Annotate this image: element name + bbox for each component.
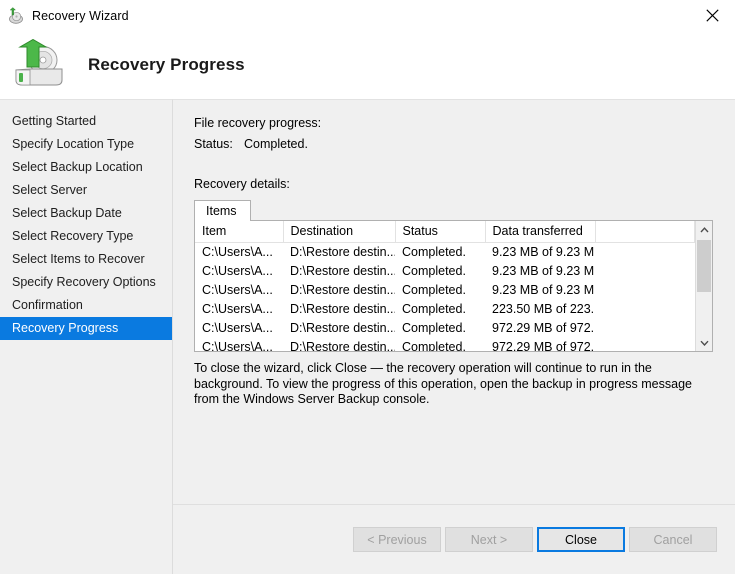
- cell-filler: [595, 243, 695, 262]
- status-label: Status:: [194, 137, 244, 151]
- cell-filler: [595, 319, 695, 338]
- sidebar-item-select-recovery-type[interactable]: Select Recovery Type: [0, 225, 172, 248]
- content-inner: File recovery progress: Status: Complete…: [173, 100, 735, 504]
- cell-data-transferred: 9.23 MB of 9.23 MB: [485, 262, 595, 281]
- cell-filler: [595, 338, 695, 352]
- file-recovery-progress-label: File recovery progress:: [194, 116, 713, 130]
- table-vertical-scrollbar[interactable]: [695, 221, 712, 351]
- sidebar-item-select-items-to-recover[interactable]: Select Items to Recover: [0, 248, 172, 271]
- column-header-data-transferred[interactable]: Data transferred: [485, 221, 595, 243]
- title-bar: Recovery Wizard: [0, 0, 735, 31]
- page-title: Recovery Progress: [88, 55, 245, 75]
- sidebar-item-specify-recovery-options[interactable]: Specify Recovery Options: [0, 271, 172, 294]
- table-row[interactable]: C:\Users\A... D:\Restore destin... Compl…: [195, 319, 695, 338]
- table-row[interactable]: C:\Users\A... D:\Restore destin... Compl…: [195, 300, 695, 319]
- window-title: Recovery Wizard: [32, 9, 129, 23]
- sidebar-item-select-backup-location[interactable]: Select Backup Location: [0, 156, 172, 179]
- cell-filler: [595, 262, 695, 281]
- tab-strip: Items: [194, 200, 713, 221]
- cell-status: Completed.: [395, 338, 485, 352]
- sidebar-item-select-backup-date[interactable]: Select Backup Date: [0, 202, 172, 225]
- cell-filler: [595, 300, 695, 319]
- cell-data-transferred: 9.23 MB of 9.23 MB: [485, 281, 595, 300]
- table-row[interactable]: C:\Users\A... D:\Restore destin... Compl…: [195, 243, 695, 262]
- wizard-steps-sidebar: Getting Started Specify Location Type Se…: [0, 99, 173, 574]
- cell-status: Completed.: [395, 319, 485, 338]
- tab-filler: [251, 200, 713, 221]
- chevron-up-icon[interactable]: [696, 221, 712, 238]
- table-body: C:\Users\A... D:\Restore destin... Compl…: [195, 243, 695, 352]
- table-row[interactable]: C:\Users\A... D:\Restore destin... Compl…: [195, 338, 695, 352]
- close-button[interactable]: Close: [537, 527, 625, 552]
- status-row: Status: Completed.: [194, 137, 713, 151]
- recovery-items-table: Item Destination Status Data transferred…: [195, 221, 695, 351]
- table-row[interactable]: C:\Users\A... D:\Restore destin... Compl…: [195, 262, 695, 281]
- cell-item: C:\Users\A...: [195, 243, 283, 262]
- column-header-filler: [595, 221, 695, 243]
- tab-items[interactable]: Items: [194, 200, 251, 221]
- cell-item: C:\Users\A...: [195, 262, 283, 281]
- close-wizard-note: To close the wizard, click Close — the r…: [194, 361, 704, 408]
- wizard-body: Getting Started Specify Location Type Se…: [0, 99, 735, 574]
- cell-item: C:\Users\A...: [195, 281, 283, 300]
- table-header-row: Item Destination Status Data transferred: [195, 221, 695, 243]
- disk-restore-icon: [12, 39, 70, 91]
- cell-destination: D:\Restore destin...: [283, 281, 395, 300]
- cancel-button[interactable]: Cancel: [629, 527, 717, 552]
- cell-data-transferred: 9.23 MB of 9.23 MB: [485, 243, 595, 262]
- column-header-destination[interactable]: Destination: [283, 221, 395, 243]
- sidebar-item-specify-location-type[interactable]: Specify Location Type: [0, 133, 172, 156]
- next-button[interactable]: Next >: [445, 527, 533, 552]
- recovery-details-table-panel: Item Destination Status Data transferred…: [194, 220, 713, 352]
- cell-data-transferred: 972.29 MB of 972....: [485, 338, 595, 352]
- chevron-down-icon[interactable]: [696, 334, 712, 351]
- cell-item: C:\Users\A...: [195, 319, 283, 338]
- cell-destination: D:\Restore destin...: [283, 338, 395, 352]
- cell-status: Completed.: [395, 262, 485, 281]
- sidebar-item-select-server[interactable]: Select Server: [0, 179, 172, 202]
- cell-destination: D:\Restore destin...: [283, 300, 395, 319]
- column-header-item[interactable]: Item: [195, 221, 283, 243]
- table-scroll-viewport: Item Destination Status Data transferred…: [195, 221, 695, 351]
- status-value: Completed.: [244, 137, 308, 151]
- cell-destination: D:\Restore destin...: [283, 319, 395, 338]
- cell-data-transferred: 972.29 MB of 972....: [485, 319, 595, 338]
- sidebar-item-recovery-progress[interactable]: Recovery Progress: [0, 317, 172, 340]
- cell-status: Completed.: [395, 243, 485, 262]
- cell-destination: D:\Restore destin...: [283, 262, 395, 281]
- table-row[interactable]: C:\Users\A... D:\Restore destin... Compl…: [195, 281, 695, 300]
- button-bar: < Previous Next > Close Cancel: [173, 504, 735, 574]
- cell-data-transferred: 223.50 MB of 223....: [485, 300, 595, 319]
- cell-status: Completed.: [395, 300, 485, 319]
- cell-item: C:\Users\A...: [195, 338, 283, 352]
- cell-status: Completed.: [395, 281, 485, 300]
- cell-filler: [595, 281, 695, 300]
- cell-item: C:\Users\A...: [195, 300, 283, 319]
- recovery-details-label: Recovery details:: [194, 177, 713, 191]
- cell-destination: D:\Restore destin...: [283, 243, 395, 262]
- previous-button[interactable]: < Previous: [353, 527, 441, 552]
- content-panel: File recovery progress: Status: Complete…: [173, 99, 735, 574]
- sidebar-item-confirmation[interactable]: Confirmation: [0, 294, 172, 317]
- close-icon[interactable]: [689, 0, 735, 31]
- page-header: Recovery Progress: [0, 31, 735, 99]
- recovery-wizard-icon: [7, 7, 25, 25]
- scrollbar-thumb[interactable]: [697, 240, 711, 292]
- sidebar-item-getting-started[interactable]: Getting Started: [0, 110, 172, 133]
- column-header-status[interactable]: Status: [395, 221, 485, 243]
